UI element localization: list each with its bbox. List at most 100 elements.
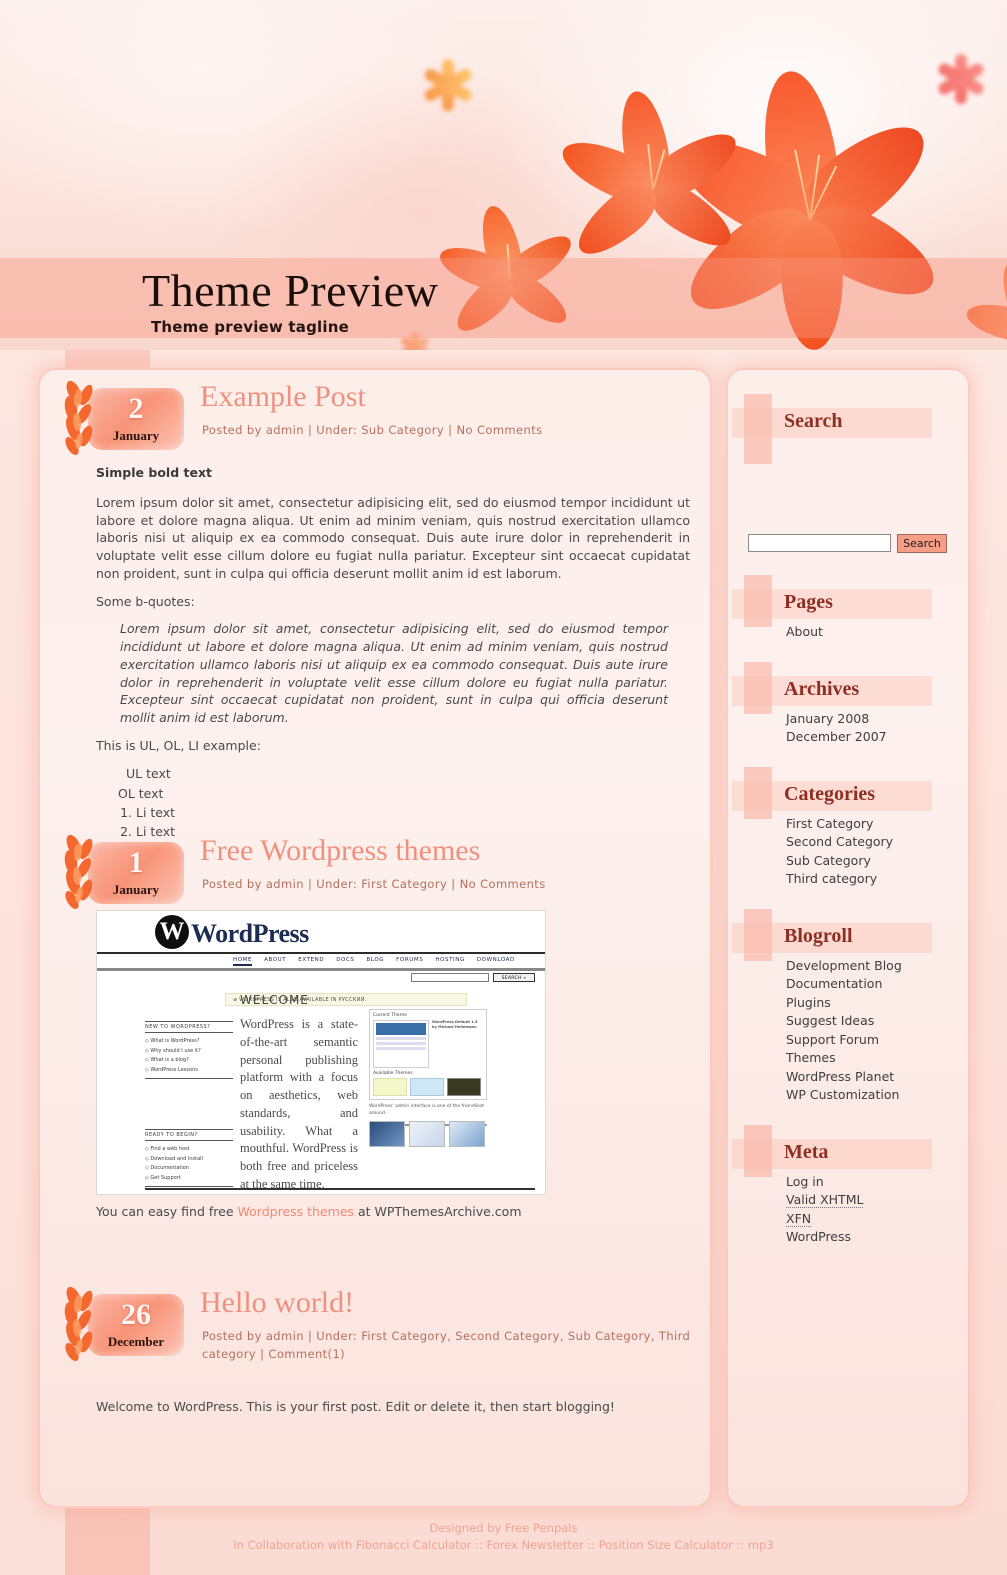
- list-item: Development Blog: [786, 957, 968, 976]
- widget-list-blogroll: Development Blog Documentation Plugins S…: [728, 953, 968, 1105]
- sidebar-link-sub-category[interactable]: Sub Category: [786, 853, 871, 868]
- wp-nav: HOME ABOUT EXTEND DOCS BLOG FORUMS HOSTI…: [233, 957, 533, 966]
- post-body: Simple bold text Lorem ipsum dolor sit a…: [40, 464, 714, 879]
- post-meta: Posted by admin | Under: First Category …: [202, 877, 546, 891]
- post-header: 2 January Example Post Posted by admin |…: [40, 380, 714, 456]
- sidebar-link-documentation[interactable]: Documentation: [786, 976, 882, 991]
- sidebar-link-third-category[interactable]: Third category: [786, 871, 877, 886]
- wordpress-logo-icon: W: [155, 915, 189, 949]
- wp-welcome-heading: WELCOME: [240, 993, 309, 1007]
- wordpress-wordmark: WordPress: [191, 919, 309, 948]
- sidebar-link-wordpress-planet[interactable]: WordPress Planet: [786, 1069, 894, 1084]
- wp-rule-top: [97, 952, 545, 954]
- post-list-intro: This is UL, OL, LI example:: [96, 737, 261, 753]
- caption-text-before: You can easy find free: [96, 1204, 238, 1219]
- wp-paragraph: WordPress is a state-of-the-art semantic…: [240, 1017, 358, 1191]
- wp-left-item: ◇ Get Support: [145, 1174, 181, 1181]
- list-item: Valid XHTML: [786, 1191, 968, 1210]
- post-title[interactable]: Example Post: [200, 378, 366, 416]
- wp-thumbnail: [409, 1121, 445, 1147]
- post-ul-text: UL text: [126, 765, 171, 781]
- sidebar-link-development-blog[interactable]: Development Blog: [786, 958, 902, 973]
- sidebar-link-xfn[interactable]: XFN: [786, 1210, 812, 1227]
- wp-logo-row: W WordPress: [97, 911, 545, 953]
- list-item: WP Customization: [786, 1086, 968, 1105]
- list-item: Third category: [786, 870, 968, 889]
- widget-title-pages: Pages: [784, 591, 833, 613]
- post-paragraph: Lorem ipsum dolor sit amet, consectetur …: [96, 494, 690, 581]
- search-button[interactable]: Search: [897, 534, 947, 553]
- wp-rule-under-nav: [97, 968, 545, 971]
- widget-list-meta: Log in Valid XHTML XFN WordPress: [728, 1169, 968, 1247]
- list-item: Themes: [786, 1049, 968, 1068]
- wp-left-item: ◇ What is a blog?: [145, 1057, 189, 1063]
- wp-thumbnail: [369, 1121, 405, 1147]
- footer-collaboration-line: In Collaboration with Fibonacci Calculat…: [233, 1538, 774, 1553]
- wp-left-item: ◇ Find a web host: [145, 1146, 190, 1152]
- post-blockquote: Lorem ipsum dolor sit amet, consectetur …: [120, 621, 668, 725]
- sparkle-star-yellow: [418, 55, 478, 115]
- sidebar-link-support-forum[interactable]: Support Forum: [786, 1032, 879, 1047]
- list-item: Li text: [136, 804, 690, 823]
- post-ol-text: OL text: [118, 786, 164, 802]
- search-input[interactable]: [748, 534, 891, 552]
- wordpress-themes-link[interactable]: Wordpress themes: [238, 1204, 355, 1219]
- wp-left-column-2: READY TO BEGIN? ◇ Find a web host ◇ Down…: [145, 1129, 233, 1187]
- post-title[interactable]: Hello world!: [200, 1284, 354, 1322]
- sidebar-link-january-2008[interactable]: January 2008: [786, 711, 869, 726]
- wp-nav-item: BLOG: [366, 957, 385, 963]
- wp-nav-item: HOSTING: [435, 957, 465, 963]
- wp-nav-item: HOME: [233, 957, 253, 966]
- sidebar-link-suggest-ideas[interactable]: Suggest Ideas: [786, 1013, 874, 1028]
- wp-left-heading: READY TO BEGIN?: [145, 1129, 233, 1141]
- wp-nav-item: FORUMS: [396, 957, 424, 963]
- sidebar-container: Search Search Pages About Archives Janua…: [726, 368, 970, 1508]
- list-item: Support Forum: [786, 1031, 968, 1050]
- footer: Designed by Free Penpals In Collaboratio…: [0, 1520, 1007, 1555]
- post-article: 2 January Example Post Posted by admin |…: [40, 380, 714, 879]
- wp-thumbnail: [449, 1121, 485, 1147]
- flower-decoration-icon: [64, 380, 93, 456]
- widget-title-categories: Categories: [784, 782, 876, 805]
- sidebar-link-first-category[interactable]: First Category: [786, 816, 873, 831]
- list-item: Documentation: [786, 975, 968, 994]
- wordpress-screenshot-image: W WordPress HOME ABOUT EXTEND DOCS BLOG …: [96, 910, 546, 1195]
- wp-panel-caption: WordPress' admin interface is one of the…: [369, 1104, 485, 1116]
- widget-title-meta: Meta: [784, 1140, 829, 1163]
- post-body: W WordPress HOME ABOUT EXTEND DOCS BLOG …: [40, 910, 714, 1221]
- wp-body-text: WordPress is a state-of-the-art semantic…: [240, 1016, 358, 1194]
- wp-panel-sub: WordPress Default 1.5 by Michael Heilema…: [432, 1020, 478, 1030]
- post-bold-lead: Simple bold text: [96, 465, 212, 480]
- list-item: Sub Category: [786, 852, 968, 871]
- footer-credit-line: Designed by Free Penpals: [429, 1521, 578, 1535]
- wp-panel-title: Current Theme: [373, 1013, 407, 1018]
- sidebar-link-plugins[interactable]: Plugins: [786, 995, 831, 1010]
- list-item: Log in: [786, 1173, 968, 1192]
- list-item: About: [786, 623, 968, 642]
- list-item: WordPress Planet: [786, 1068, 968, 1087]
- sidebar-link-wp-customization[interactable]: WP Customization: [786, 1087, 899, 1102]
- post-quote-intro: Some b-quotes:: [96, 593, 195, 609]
- post-paragraph: Welcome to WordPress. This is your first…: [96, 1399, 615, 1414]
- widget-title-archives: Archives: [784, 677, 860, 700]
- widget-categories: Categories First Category Second Categor…: [728, 766, 968, 889]
- site-tagline: Theme preview tagline: [151, 318, 349, 336]
- sidebar-link-december-2007[interactable]: December 2007: [786, 729, 887, 744]
- wp-left-item: ◇ Why should I use it?: [145, 1047, 201, 1054]
- post-header: 1 January Free Wordpress themes Posted b…: [40, 834, 714, 910]
- sidebar-link-log-in[interactable]: Log in: [786, 1174, 824, 1189]
- list-item: XFN: [786, 1210, 968, 1229]
- post-title[interactable]: Free Wordpress themes: [200, 832, 480, 870]
- sidebar-link-themes[interactable]: Themes: [786, 1050, 836, 1065]
- sidebar-link-wordpress[interactable]: WordPress: [786, 1229, 851, 1244]
- sidebar-link-about[interactable]: About: [786, 624, 823, 639]
- wp-left-heading: NEW TO WORDPRESS?: [145, 1021, 233, 1033]
- list-item: First Category: [786, 815, 968, 834]
- post-article: 26 December Hello world! Posted by admin…: [40, 1286, 714, 1426]
- sidebar-link-valid-xhtml[interactable]: Valid XHTML: [786, 1192, 864, 1208]
- sidebar-link-second-category[interactable]: Second Category: [786, 834, 893, 849]
- wp-left-column: NEW TO WORDPRESS? ◇ What is WordPress? ◇…: [145, 1021, 233, 1079]
- wp-search-form: SEARCH »: [411, 973, 535, 982]
- wp-left-item: ◇ Download and Install: [145, 1155, 203, 1162]
- widget-title-search: Search: [784, 410, 843, 432]
